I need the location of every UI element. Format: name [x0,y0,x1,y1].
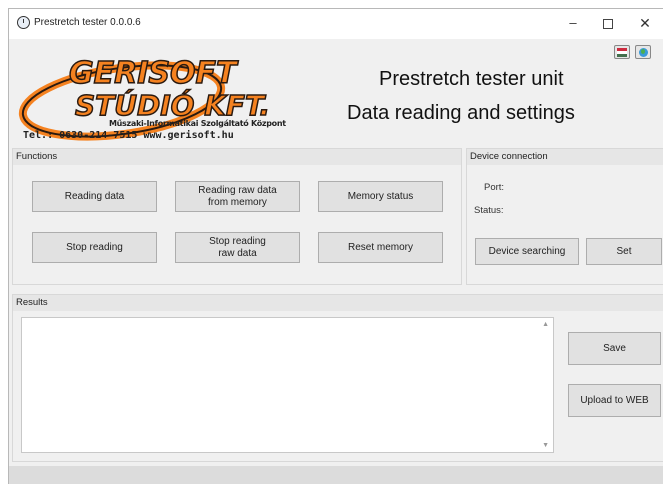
window-title: Prestretch tester 0.0.0.6 [34,17,141,28]
device-connection-group: Device connection Port: Status: Device s… [466,148,663,285]
scroll-down-icon[interactable]: ▼ [542,442,549,449]
logo-line2: STÚDIÓ KFT. [75,88,270,122]
device-searching-button[interactable]: Device searching [475,238,579,265]
title-bar: Prestretch tester 0.0.0.6 – ✕ [9,9,663,39]
results-textarea[interactable]: ▲ ▼ [21,317,554,453]
logo-line1: GERISOFT [69,56,239,91]
app-icon [17,16,30,29]
memory-status-button[interactable]: Memory status [318,181,443,212]
header-title: Prestretch tester unit [379,68,564,90]
maximize-button[interactable] [593,12,623,34]
reading-data-button[interactable]: Reading data [32,181,157,212]
functions-group: Functions Reading data Reading raw data f… [12,148,462,285]
status-label: Status: [474,205,504,216]
upload-to-web-button[interactable]: Upload to WEB [568,384,661,417]
results-title: Results [13,295,663,311]
device-connection-title: Device connection [467,149,663,165]
scroll-up-icon[interactable]: ▲ [542,321,549,328]
stop-reading-raw-data-button[interactable]: Stop reading raw data [175,232,300,263]
header-subtitle: Data reading and settings [347,102,575,124]
stop-reading-button[interactable]: Stop reading [32,232,157,263]
hungarian-flag-icon[interactable] [614,45,630,59]
reset-memory-button[interactable]: Reset memory [318,232,443,263]
logo-contact: Tel.: 0630-214-7515 www.gerisoft.hu [23,130,234,141]
port-label: Port: [484,182,505,193]
logo-subtitle: Műszaki-Informatikai Szolgáltató Központ [109,119,286,128]
results-group: Results ▲ ▼ Save Upload to WEB [12,294,663,462]
close-button[interactable]: ✕ [630,12,660,34]
globe-icon[interactable] [635,45,651,59]
app-window: Prestretch tester 0.0.0.6 – ✕ GERISOFT S… [8,8,663,484]
status-bar [9,466,663,484]
save-button[interactable]: Save [568,332,661,365]
reading-raw-data-button[interactable]: Reading raw data from memory [175,181,300,212]
maximize-icon [603,18,613,29]
set-button[interactable]: Set [586,238,662,265]
minimize-button[interactable]: – [558,12,588,34]
functions-title: Functions [13,149,461,165]
